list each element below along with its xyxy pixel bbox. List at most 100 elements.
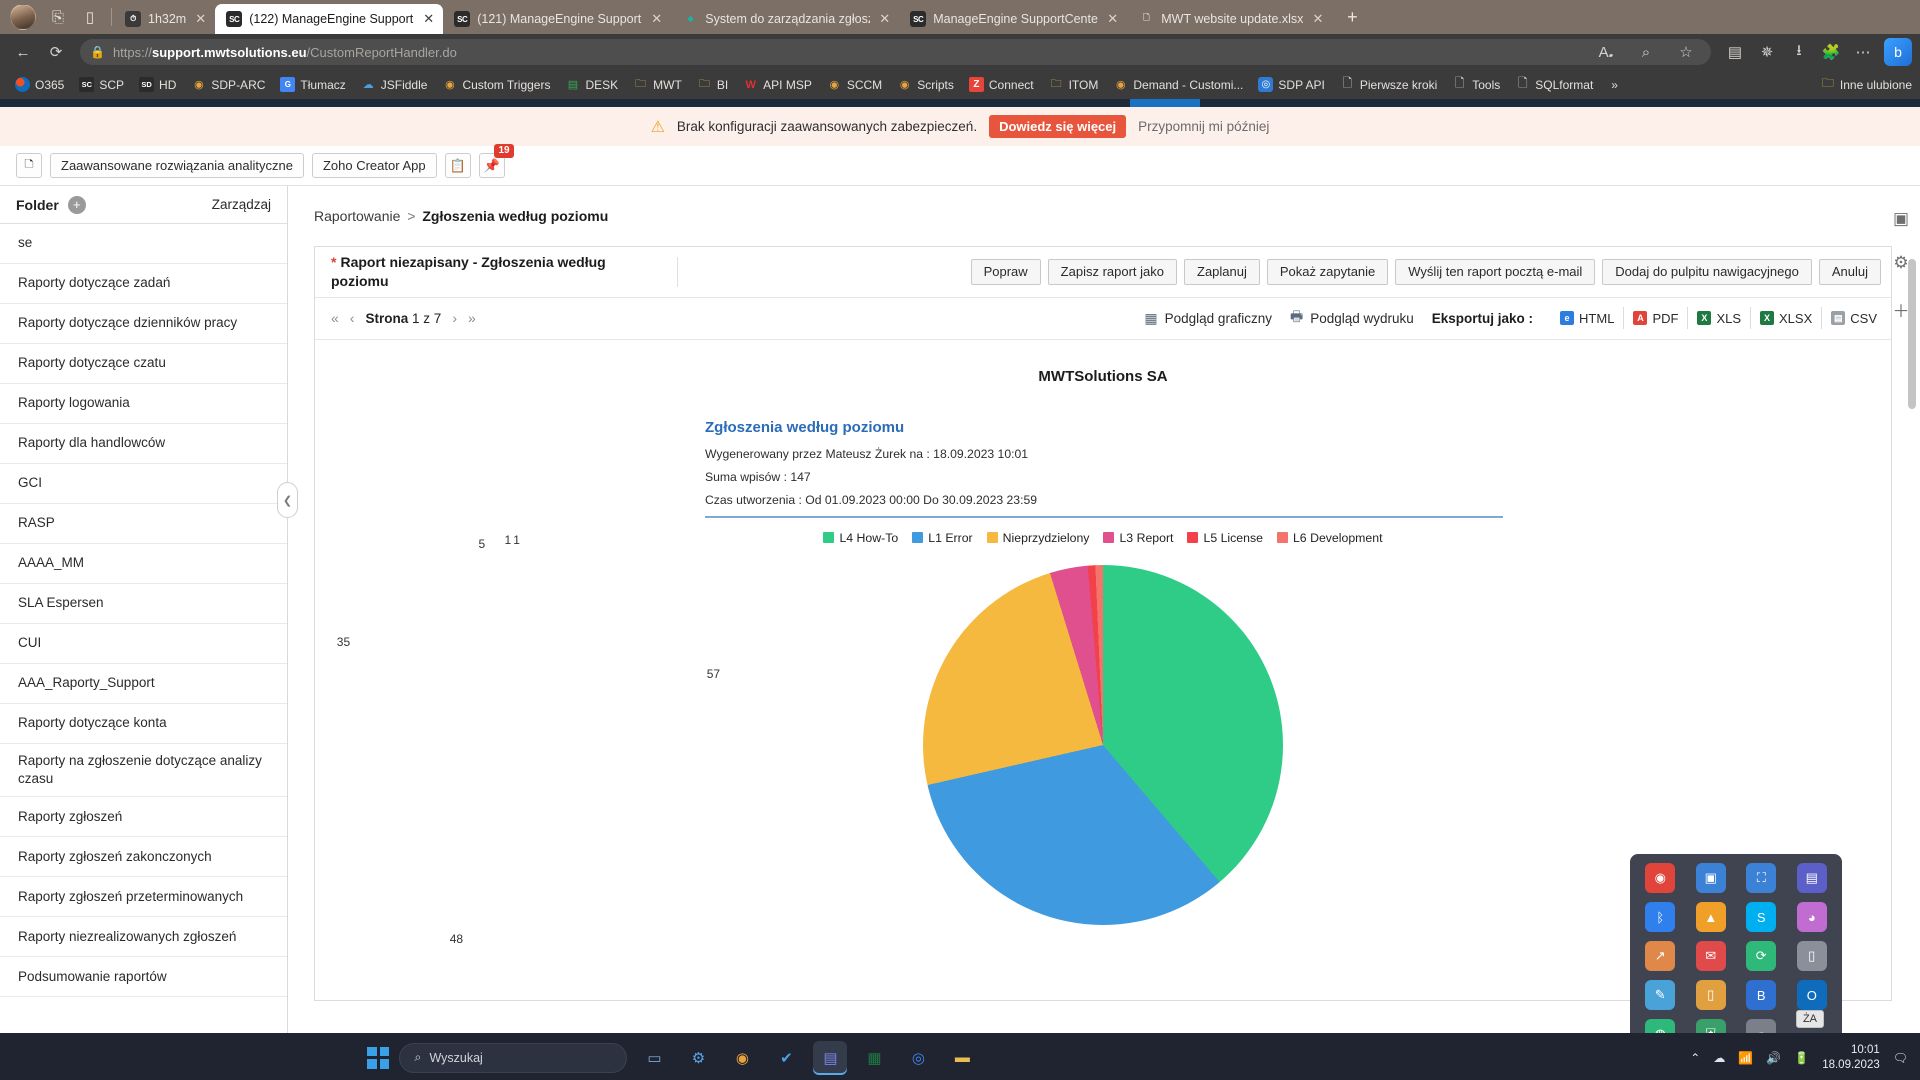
sidebar-item-sales-reports[interactable]: Raporty dla handlowców [0,424,287,464]
close-icon[interactable]: ✕ [1105,11,1120,27]
excel-icon[interactable]: ▦ [857,1041,891,1075]
search-input[interactable]: ⌕ Wyszukaj [399,1043,627,1073]
bookmark-hd[interactable]: SDHD [132,74,183,95]
print-preview-button[interactable]: 🖶 Podgląd wydruku [1290,306,1414,330]
breadcrumb-root[interactable]: Raportowanie [314,208,400,224]
chevron-left-icon[interactable]: ❮ [277,482,298,518]
mail-icon[interactable]: ✉ [1696,941,1726,971]
sidebar-item-aaaa-mm[interactable]: AAAA_MM [0,544,287,584]
settings-icon[interactable]: ⚙ [681,1041,715,1075]
bookmark-scripts[interactable]: ◉Scripts [890,74,961,95]
copilot-icon[interactable]: b [1884,38,1912,66]
next-page-button[interactable]: › [452,310,457,326]
favorite-icon[interactable]: ☆ [1671,38,1701,66]
windows-start-icon[interactable] [367,1047,389,1069]
phone-icon[interactable]: ▯ [1797,941,1827,971]
export-csv-button[interactable]: ▤CSV [1822,307,1879,329]
clipboard-icon[interactable]: 📋 [445,153,471,178]
bitwarden-icon[interactable]: B [1746,980,1776,1010]
sidebar-item-request-reports[interactable]: Raporty zgłoszeń [0,797,287,837]
sidebar-item-se[interactable]: se [0,224,287,264]
bookmark-scp[interactable]: SCSCP [72,74,131,95]
browser-tab[interactable]: ❖ System do zarządzania zgłoszeni ✕ [671,4,899,34]
close-icon[interactable]: ✕ [1310,11,1325,27]
save-report-as-button[interactable]: Zapisz raport jako [1048,259,1177,285]
explorer-icon[interactable]: ▬ [945,1041,979,1075]
sidebar-item-sla-espersen[interactable]: SLA Espersen [0,584,287,624]
other-favorites[interactable]: 🗀 Inne ulubione [1822,74,1912,95]
sync-icon[interactable]: ⟳ [1746,941,1776,971]
read-aloud-icon[interactable]: A𝅘 [1591,38,1621,66]
battery-icon[interactable]: 🔋 [1794,1051,1809,1065]
warning-icon[interactable]: ▲ [1696,902,1726,932]
cancel-button[interactable]: Anuluj [1819,259,1881,285]
share-icon[interactable]: ↗ [1645,941,1675,971]
notification-icon[interactable]: 🗨 [1893,1051,1908,1065]
back-icon[interactable]: ← [8,38,38,66]
bookmark-itom[interactable]: 🗀ITOM [1042,74,1106,95]
sidebar-item-chat-reports[interactable]: Raporty dotyczące czatu [0,344,287,384]
zoom-icon[interactable]: ⌕ [1631,38,1661,66]
first-page-button[interactable]: « [331,310,339,326]
bookmark-sqlformat[interactable]: 🗋SQLformat [1508,74,1600,95]
bookmark-o365[interactable]: ◕O365 [8,74,71,95]
remind-later-link[interactable]: Przypomnij mi później [1138,119,1269,134]
screenshot-icon[interactable]: ⛶ [1746,863,1776,893]
sidebar-item-pending-request-reports[interactable]: Raporty niezrealizowanych zgłoszeń [0,917,287,957]
close-icon[interactable]: ✕ [649,11,664,27]
bookmarks-overflow-icon[interactable]: » [1605,78,1624,92]
close-icon[interactable]: ✕ [877,11,892,27]
split-view-icon[interactable]: ▣ [1893,209,1909,229]
bookmark-connect[interactable]: ZConnect [962,74,1041,95]
onedrive-icon[interactable]: ☁ [1713,1051,1725,1065]
bookmark-sccm[interactable]: ◉SCCM [820,74,889,95]
sidebar-item-overdue-request-reports[interactable]: Raporty zgłoszeń przeterminowanych [0,877,287,917]
new-report-icon[interactable]: 🗅 [16,153,42,178]
scrollbar-thumb[interactable] [1908,259,1916,409]
lock-icon[interactable]: ▯ [1696,980,1726,1010]
bookmark-desk[interactable]: ▤DESK [558,74,625,95]
downloads-icon[interactable]: ⭳ [1784,38,1814,66]
chrome-icon[interactable]: ◎ [901,1041,935,1075]
volume-icon[interactable]: 🔊 [1766,1051,1781,1065]
learn-more-button[interactable]: Dowiedz się więcej [989,115,1126,138]
advanced-analytics-button[interactable]: Zaawansowane rozwiązania analityczne [50,153,304,178]
bookmark-bi[interactable]: 🗀BI [690,74,735,95]
ime-indicator[interactable]: ŻA [1796,1010,1824,1028]
zoho-creator-app-button[interactable]: Zoho Creator App [312,153,437,178]
palette-icon[interactable]: ◕ [1797,902,1827,932]
prev-page-button[interactable]: ‹ [350,310,355,326]
tab-actions-icon[interactable]: ⎘ [45,4,71,30]
skype-icon[interactable]: S [1746,902,1776,932]
sidebar-item-completed-request-reports[interactable]: Raporty zgłoszeń zakonczonych [0,837,287,877]
teams-icon[interactable]: ▤ [1797,863,1827,893]
close-icon[interactable]: ✕ [193,11,208,27]
sidebar-item-gci[interactable]: GCI [0,464,287,504]
wifi-icon[interactable]: 📶 [1738,1051,1753,1065]
manage-folders-link[interactable]: Zarządzaj [212,197,271,212]
todo-icon[interactable]: ✔ [769,1041,803,1075]
browser-tab-active[interactable]: SC (122) ManageEngine SupportCen ✕ [215,4,443,34]
bookmark-pierwsze-kroki[interactable]: 🗋Pierwsze kroki [1333,74,1444,95]
split-screen-icon[interactable]: ▯ [77,4,103,30]
add-folder-button[interactable]: + [68,196,86,214]
bookmark-demand[interactable]: ◉Demand - Customi... [1106,74,1250,95]
bluetooth-icon[interactable]: ᛒ [1645,902,1675,932]
export-html-button[interactable]: eHTML [1551,307,1624,329]
outlook-icon[interactable]: O [1797,980,1827,1010]
sidebar-item-report-summary[interactable]: Podsumowanie raportów [0,957,287,997]
close-icon[interactable]: ✕ [421,11,436,27]
export-xlsx-button[interactable]: XXLSX [1751,307,1822,329]
bookmark-mwt[interactable]: 🗀MWT [626,74,689,95]
extensions-icon[interactable]: 🧩 [1816,38,1846,66]
browser-tab[interactable]: SC ManageEngine SupportCenter Pl ✕ [899,4,1127,34]
pie-chart-canvas[interactable] [923,565,1283,925]
sidebar-item-rasp[interactable]: RASP [0,504,287,544]
bookmark-jsfiddle[interactable]: ☁JSFiddle [354,74,435,95]
chevron-up-icon[interactable]: ⌃ [1690,1051,1700,1065]
edit-report-button[interactable]: Popraw [971,259,1041,285]
settings-more-icon[interactable]: ⋯ [1848,38,1878,66]
sidebar-item-login-reports[interactable]: Raporty logowania [0,384,287,424]
page-scrollbar[interactable] [1907,259,1917,1079]
favorites-icon[interactable]: ✵ [1752,38,1782,66]
